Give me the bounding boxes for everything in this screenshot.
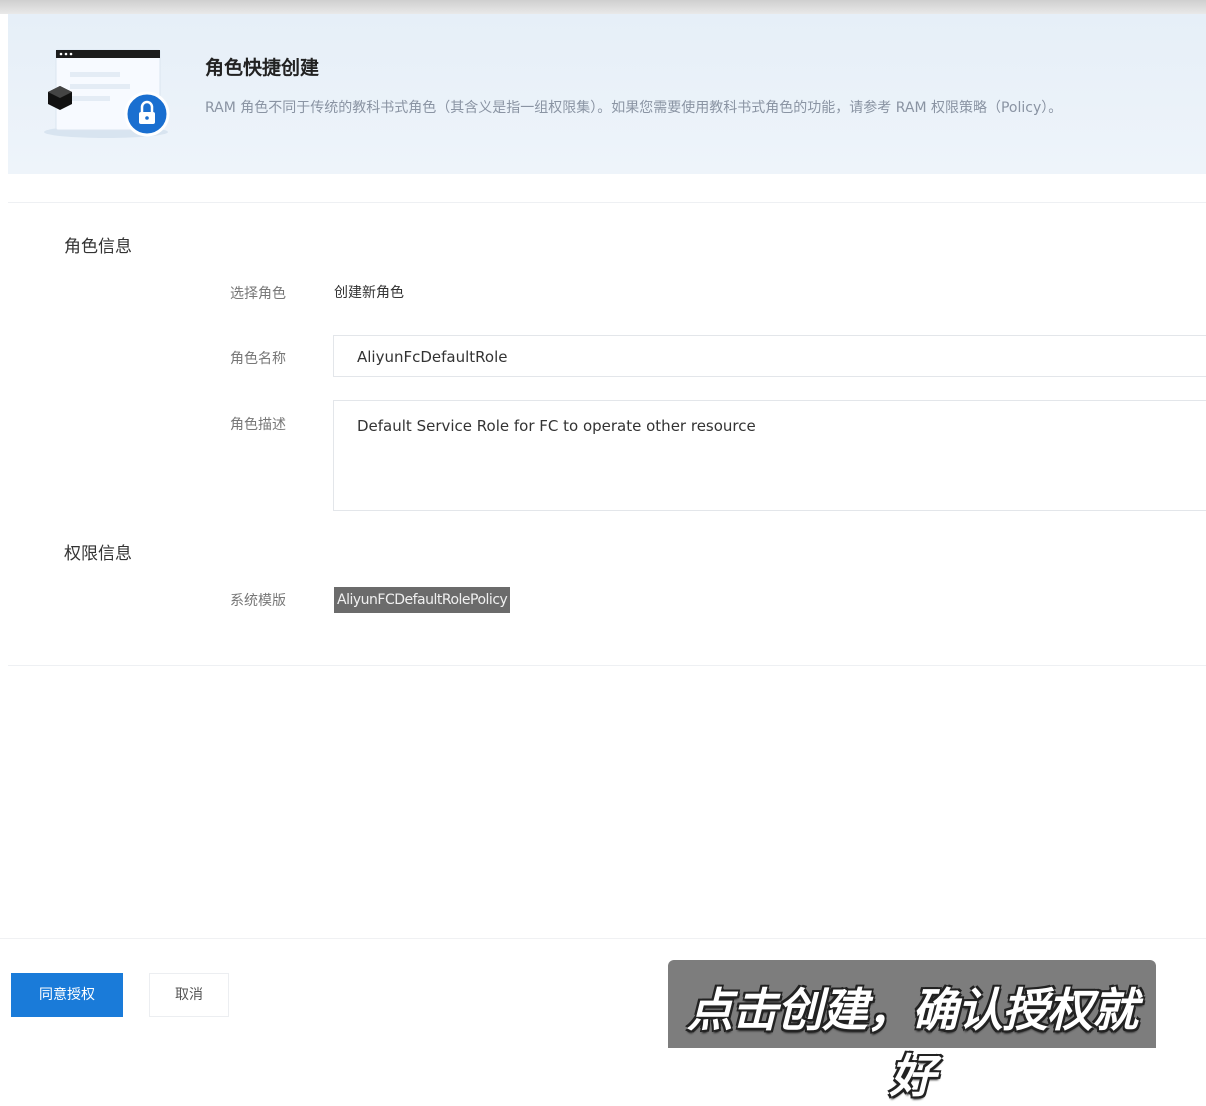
- policy-template-tag[interactable]: AliyunFCDefaultRolePolicy: [334, 587, 511, 613]
- agree-authorize-button[interactable]: 同意授权: [11, 973, 123, 1017]
- video-subtitle-overlay: 点击创建，确认授权就好: [668, 960, 1156, 1103]
- footer-divider: [0, 938, 1206, 939]
- role-illustration-icon: [44, 49, 170, 138]
- select-role-value: 创建新角色: [334, 285, 404, 301]
- cancel-button[interactable]: 取消: [149, 973, 229, 1017]
- header-banner: [8, 14, 1206, 174]
- page-title: 角色快捷创建: [205, 57, 320, 79]
- role-info-title: 角色信息: [64, 237, 132, 257]
- role-desc-label: 角色描述: [230, 417, 286, 433]
- role-desc-textarea[interactable]: Default Service Role for FC to operate o…: [333, 400, 1206, 511]
- select-role-label: 选择角色: [230, 286, 286, 302]
- role-name-input[interactable]: AliyunFcDefaultRole: [333, 335, 1206, 377]
- banner-description: RAM 角色不同于传统的教科书式角色（其含义是指一组权限集）。如果您需要使用教科…: [205, 100, 1063, 116]
- template-label: 系统模版: [230, 593, 286, 609]
- permission-info-title: 权限信息: [64, 544, 132, 564]
- role-name-label: 角色名称: [230, 351, 286, 367]
- top-strip: [0, 0, 1206, 14]
- subtitle-text: 点击创建，确认授权就好: [687, 983, 1138, 1103]
